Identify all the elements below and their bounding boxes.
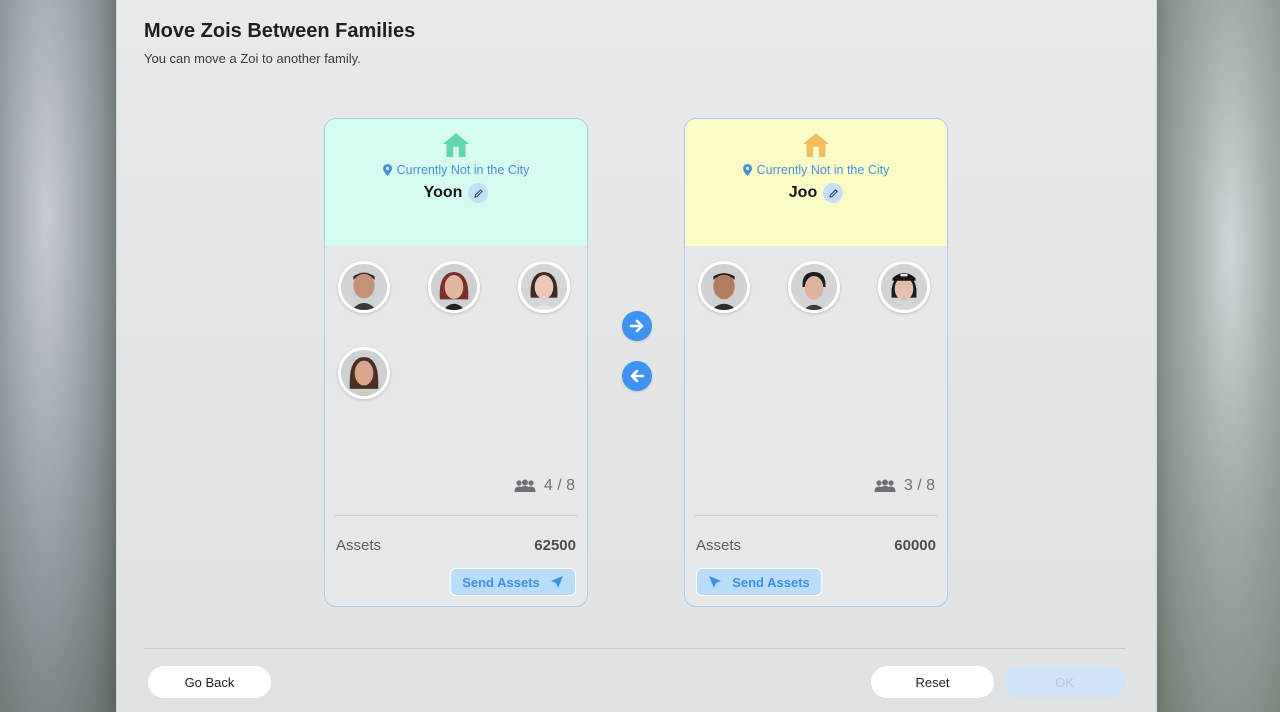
- family-name-row: Joo: [685, 183, 947, 203]
- move-left-button[interactable]: [622, 361, 652, 391]
- divider: [335, 515, 577, 516]
- edit-name-button[interactable]: [468, 183, 489, 203]
- pencil-icon: [474, 188, 483, 198]
- assets-value: 62500: [534, 537, 576, 554]
- go-back-button[interactable]: Go Back: [148, 666, 271, 698]
- family-card-joo: Currently Not in the City Joo 3 / 8 Asse…: [684, 118, 948, 607]
- send-assets-button[interactable]: Send Assets: [696, 568, 822, 596]
- zoi-avatar[interactable]: [788, 261, 840, 313]
- send-assets-button[interactable]: Send Assets: [450, 568, 576, 596]
- family-name: Yoon: [423, 184, 463, 201]
- dialog-subtitle: You can move a Zoi to another family.: [144, 51, 361, 66]
- member-count-value: 4 / 8: [543, 477, 575, 494]
- send-assets-label: Send Assets: [732, 574, 810, 590]
- arrow-right-icon: [629, 319, 644, 333]
- assets-value: 60000: [894, 537, 936, 554]
- reset-button[interactable]: Reset: [871, 666, 994, 698]
- zoi-avatar[interactable]: [878, 261, 930, 313]
- zoi-avatar[interactable]: [338, 261, 390, 313]
- location-label: Currently Not in the City: [685, 163, 947, 177]
- family-name-row: Yoon: [325, 183, 587, 203]
- footer-divider: [144, 648, 1126, 649]
- background-left: [0, 0, 116, 712]
- paper-plane-icon: [550, 576, 563, 588]
- arrow-left-icon: [630, 369, 645, 383]
- zoi-avatar[interactable]: [698, 261, 750, 313]
- people-icon: [514, 479, 536, 492]
- family-name: Joo: [788, 184, 818, 201]
- family-card-header: Currently Not in the City Joo: [685, 119, 947, 246]
- paper-plane-icon: [709, 576, 722, 588]
- location-text: Currently Not in the City: [756, 163, 890, 177]
- zoi-avatar[interactable]: [428, 261, 480, 313]
- member-count: 4 / 8: [514, 477, 575, 495]
- zoi-avatar[interactable]: [338, 347, 390, 399]
- family-card-yoon: Currently Not in the City Yoon 4 / 8 Ass…: [324, 118, 588, 607]
- assets-label: Assets: [696, 537, 742, 554]
- ok-button[interactable]: OK: [1003, 666, 1126, 698]
- send-assets-label: Send Assets: [462, 574, 540, 590]
- move-zois-dialog: Move Zois Between Families You can move …: [116, 0, 1157, 712]
- assets-label: Assets: [336, 537, 382, 554]
- dialog-title: Move Zois Between Families: [144, 20, 416, 42]
- people-icon: [874, 479, 896, 492]
- location-text: Currently Not in the City: [396, 163, 530, 177]
- family-card-header: Currently Not in the City Yoon: [325, 119, 587, 246]
- house-icon: [803, 133, 829, 157]
- divider: [695, 515, 937, 516]
- edit-name-button[interactable]: [823, 183, 844, 203]
- background-right: [1156, 0, 1280, 712]
- location-pin-icon: [742, 164, 752, 176]
- pencil-icon: [829, 188, 838, 198]
- location-label: Currently Not in the City: [325, 163, 587, 177]
- house-icon: [443, 133, 469, 157]
- member-count-value: 3 / 8: [903, 477, 935, 494]
- member-count: 3 / 8: [874, 477, 935, 495]
- location-pin-icon: [382, 164, 392, 176]
- move-right-button[interactable]: [622, 311, 652, 341]
- zoi-avatar[interactable]: [518, 261, 570, 313]
